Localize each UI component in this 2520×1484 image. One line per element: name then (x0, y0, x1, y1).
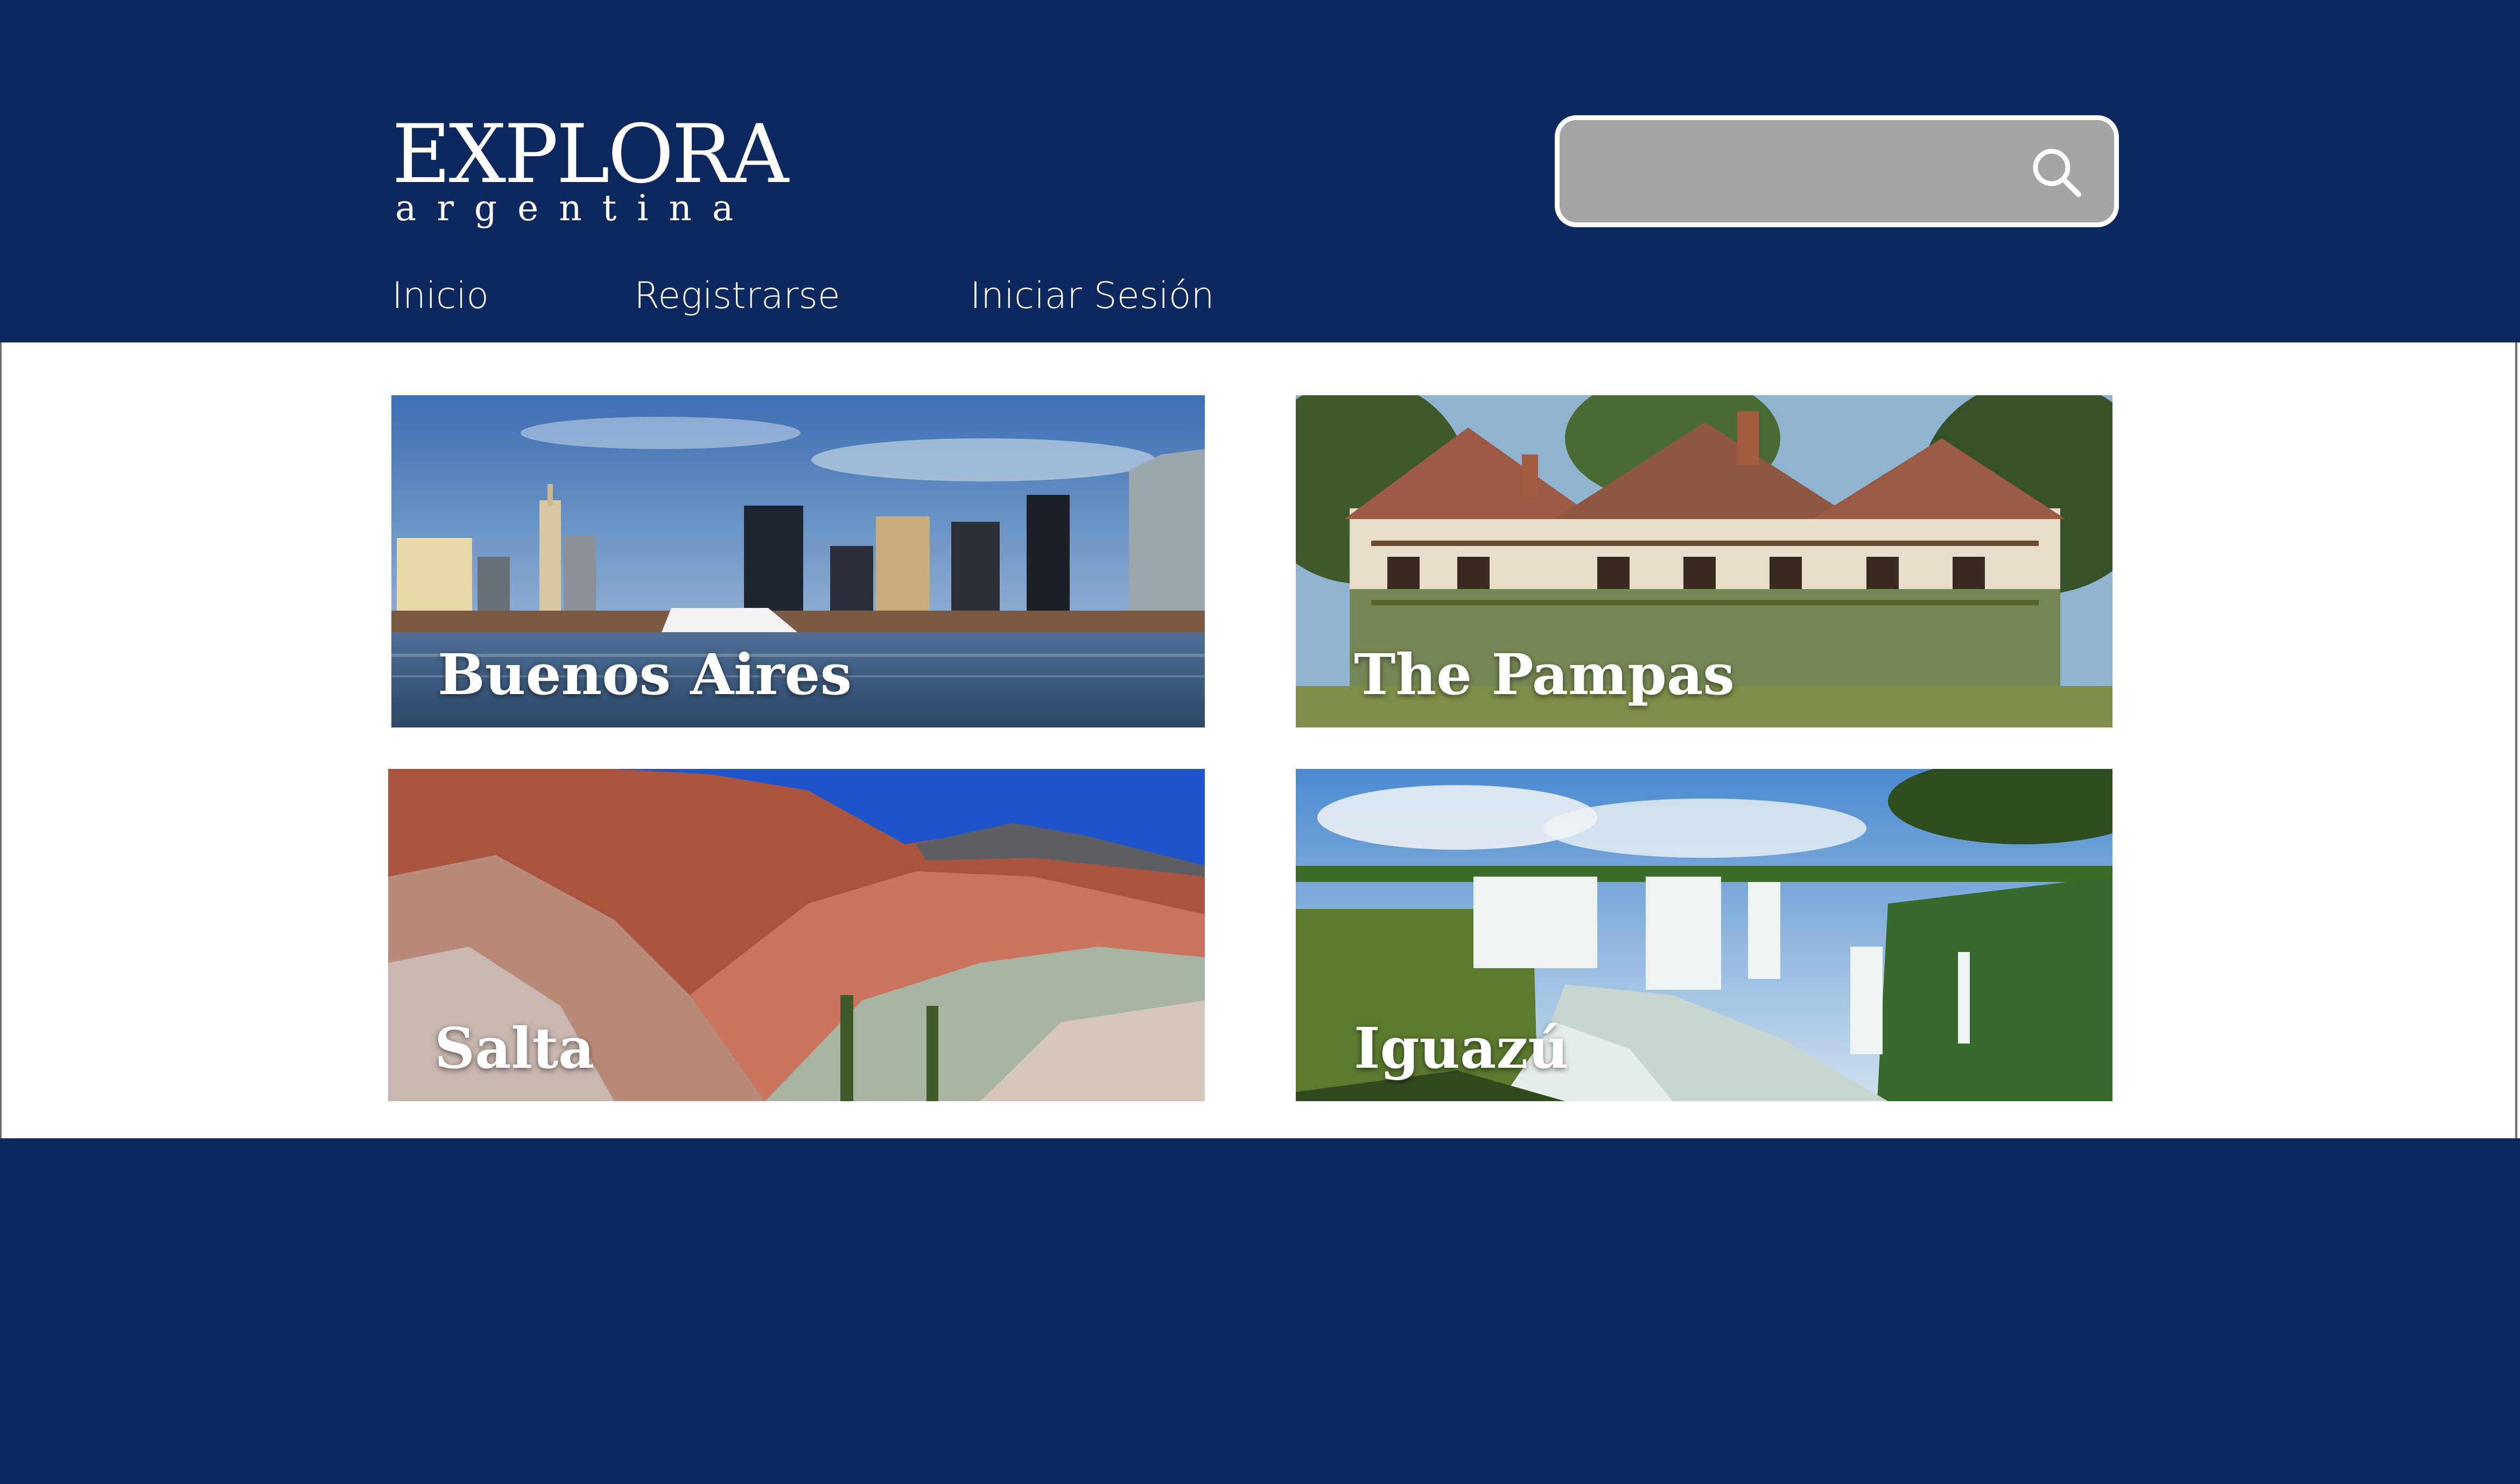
search-input[interactable] (1555, 115, 2119, 227)
site-footer (0, 1138, 2520, 1484)
destination-card-iguazu[interactable]: Iguazú (1296, 769, 2112, 1101)
nav-iniciar-sesion[interactable]: Iniciar Sesión (970, 269, 1215, 323)
card-title-salta: Salta (434, 1015, 595, 1081)
nav-registrarse[interactable]: Registrarse (634, 269, 840, 323)
brand-name: EXPLORA (392, 108, 789, 201)
card-title-the-pampas: The Pampas (1354, 641, 1735, 708)
page-border-right (2515, 342, 2517, 1138)
destination-card-salta[interactable]: Salta (388, 769, 1205, 1101)
card-title-buenos-aires: Buenos Aires (438, 641, 852, 708)
destination-card-buenos-aires[interactable]: Buenos Aires (391, 395, 1205, 727)
brand-logo[interactable]: EXPLORA argentina (392, 114, 789, 227)
search-icon[interactable] (2029, 145, 2083, 199)
page-border-left (0, 342, 2, 1138)
card-title-iguazu: Iguazú (1354, 1015, 1569, 1081)
brand-tagline: argentina (395, 187, 754, 229)
destination-card-the-pampas[interactable]: The Pampas (1296, 395, 2112, 727)
site-header: EXPLORA argentina Inicio Registrarse Ini… (0, 0, 2520, 342)
nav-inicio[interactable]: Inicio (392, 269, 489, 323)
